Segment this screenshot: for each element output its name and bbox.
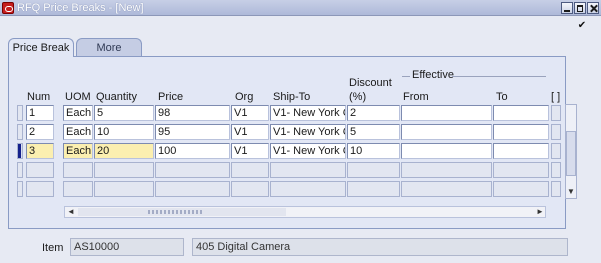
descriptive-flexfield[interactable] — [551, 162, 561, 178]
org-cell[interactable]: V1 — [231, 143, 269, 159]
effective-from-cell[interactable] — [401, 143, 492, 159]
num-cell[interactable]: 3 — [26, 143, 54, 159]
descriptive-flexfield[interactable] — [551, 105, 561, 121]
maximize-icon[interactable] — [574, 2, 586, 14]
record-indicator[interactable] — [17, 162, 23, 178]
column-header-org: Org — [235, 91, 254, 103]
empty-cell[interactable] — [347, 181, 400, 197]
column-header-price: Price — [158, 91, 184, 103]
num-cell[interactable]: 2 — [26, 124, 54, 140]
empty-cell[interactable] — [231, 181, 269, 197]
window-title: RFQ Price Breaks - [New] — [17, 2, 144, 14]
column-header-discount: Discount — [349, 77, 392, 89]
record-indicator[interactable] — [17, 124, 23, 140]
effective-to-cell[interactable] — [493, 143, 549, 159]
empty-cell[interactable] — [26, 181, 54, 197]
column-header-uom: UOM — [65, 91, 91, 103]
item-description-field[interactable]: 405 Digital Camera — [192, 238, 568, 256]
record-indicator[interactable] — [17, 105, 23, 121]
item-label: Item — [42, 242, 64, 254]
scroll-down-icon[interactable]: ▼ — [566, 186, 576, 197]
discount-cell[interactable]: 2 — [347, 105, 400, 121]
uom-cell[interactable]: Each — [63, 105, 93, 121]
tab-price-break[interactable]: Price Break — [8, 38, 74, 57]
check-icon: ✔ — [577, 20, 587, 31]
divider — [452, 76, 546, 77]
column-header-from: From — [403, 91, 429, 103]
uom-cell[interactable]: Each — [63, 124, 93, 140]
effective-to-cell[interactable] — [493, 124, 549, 140]
quantity-cell[interactable]: 20 — [94, 143, 154, 159]
empty-cell[interactable] — [231, 162, 269, 178]
column-header-quantity: Quantity — [96, 91, 137, 103]
quantity-cell[interactable]: 10 — [94, 124, 154, 140]
scroll-left-icon[interactable]: ◄ — [66, 206, 76, 218]
close-icon[interactable] — [587, 2, 599, 14]
tab-more[interactable]: More — [76, 38, 142, 57]
discount-cell[interactable]: 10 — [347, 143, 400, 159]
divider — [402, 76, 410, 77]
column-header-to: To — [496, 91, 508, 103]
empty-cell[interactable] — [347, 162, 400, 178]
empty-cell[interactable] — [270, 181, 346, 197]
empty-cell[interactable] — [401, 181, 492, 197]
empty-cell[interactable] — [94, 162, 154, 178]
effective-from-cell[interactable] — [401, 105, 492, 121]
column-header-ship-to: Ship-To — [273, 91, 311, 103]
column-header-discount-unit: (%) — [349, 91, 367, 103]
ship-to-cell[interactable]: V1- New York C — [270, 105, 346, 121]
descriptive-flexfield[interactable] — [551, 124, 561, 140]
empty-cell[interactable] — [26, 162, 54, 178]
vertical-scroll-thumb[interactable] — [566, 131, 576, 176]
ship-to-cell[interactable]: V1- New York C — [270, 143, 346, 159]
descriptive-flexfield[interactable] — [551, 143, 561, 159]
empty-cell[interactable] — [63, 162, 93, 178]
column-header-dfb: [ ] — [551, 91, 561, 103]
empty-cell[interactable] — [63, 181, 93, 197]
empty-cell[interactable] — [493, 181, 549, 197]
ship-to-cell[interactable]: V1- New York C — [270, 124, 346, 140]
oracle-app-icon[interactable] — [2, 2, 14, 14]
group-header-effective: Effective — [412, 69, 454, 81]
current-record-indicator[interactable] — [17, 143, 23, 159]
price-cell[interactable]: 98 — [155, 105, 230, 121]
num-cell[interactable]: 1 — [26, 105, 54, 121]
item-code-field[interactable]: AS10000 — [70, 238, 184, 256]
minimize-icon[interactable] — [561, 2, 573, 14]
price-cell[interactable]: 100 — [155, 143, 230, 159]
org-cell[interactable]: V1 — [231, 124, 269, 140]
org-cell[interactable]: V1 — [231, 105, 269, 121]
descriptive-flexfield[interactable] — [551, 181, 561, 197]
scroll-right-icon[interactable]: ► — [535, 206, 545, 218]
discount-cell[interactable]: 5 — [347, 124, 400, 140]
uom-cell[interactable]: Each — [63, 143, 93, 159]
empty-cell[interactable] — [270, 162, 346, 178]
record-indicator[interactable] — [17, 181, 23, 197]
effective-from-cell[interactable] — [401, 124, 492, 140]
empty-cell[interactable] — [155, 181, 230, 197]
empty-cell[interactable] — [155, 162, 230, 178]
empty-cell[interactable] — [493, 162, 549, 178]
price-cell[interactable]: 95 — [155, 124, 230, 140]
column-header-num: Num — [27, 91, 51, 103]
scroll-grip — [148, 210, 204, 214]
effective-to-cell[interactable] — [493, 105, 549, 121]
empty-cell[interactable] — [401, 162, 492, 178]
quantity-cell[interactable]: 5 — [94, 105, 154, 121]
empty-cell[interactable] — [94, 181, 154, 197]
